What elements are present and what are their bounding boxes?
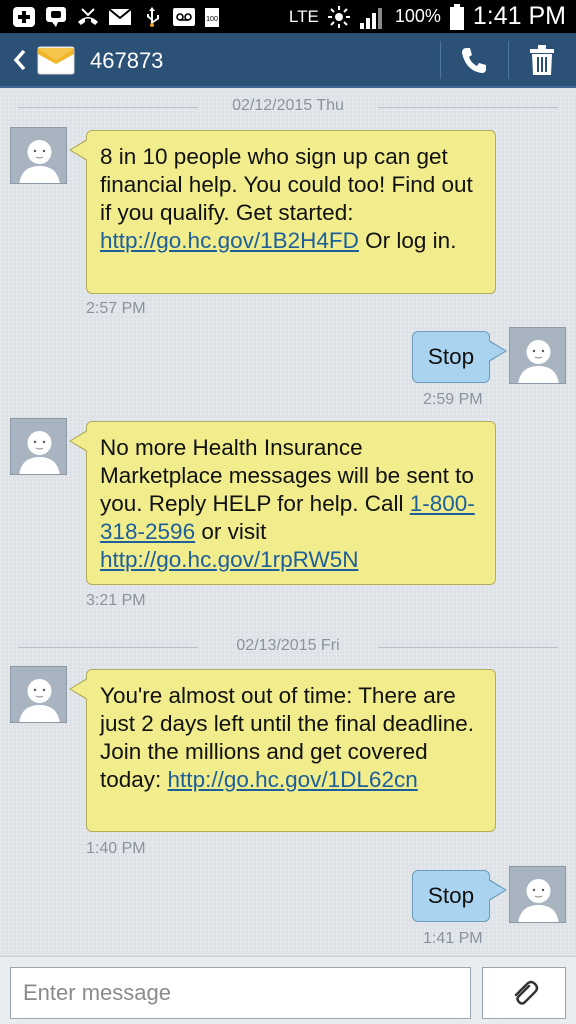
call-button[interactable]	[458, 45, 490, 77]
message-text: or visit	[195, 519, 267, 544]
outgoing-message[interactable]: Stop	[412, 331, 507, 383]
conversation-header: 467873	[0, 33, 576, 88]
add-icon	[12, 6, 36, 28]
message-composer	[0, 956, 576, 1024]
incoming-message[interactable]: You're almost out of time: There are jus…	[69, 669, 496, 832]
header-divider	[440, 41, 441, 79]
status-right: LTE 100% 1:41 PM	[289, 0, 566, 33]
date-separator: 02/12/2015 Thu	[18, 97, 558, 117]
message-text: Or log in.	[358, 228, 457, 253]
voicemail-icon	[172, 6, 196, 28]
message-timestamp: 1:41 PM	[423, 930, 483, 947]
message-text: 8 in 10 people who sign up can get finan…	[100, 144, 473, 225]
battery-percent: 100%	[394, 6, 441, 26]
my-avatar[interactable]	[509, 327, 566, 384]
date-label: 02/12/2015 Thu	[232, 97, 344, 114]
chevron-left-icon	[13, 49, 26, 71]
message-thread[interactable]: 02/12/2015 Thu 8 in 10 people who sign u…	[0, 90, 576, 956]
message-timestamp: 2:59 PM	[423, 391, 483, 408]
phone-icon	[462, 48, 486, 73]
message-text: Stop	[427, 883, 475, 908]
message-link[interactable]: http://go.hc.gov/1B2H4FD	[100, 228, 359, 253]
message-input[interactable]	[10, 967, 471, 1019]
message-timestamp: 3:21 PM	[86, 592, 146, 609]
contact-avatar[interactable]	[10, 418, 67, 475]
date-separator: 02/13/2015 Fri	[18, 637, 558, 657]
header-divider	[508, 41, 509, 79]
delete-button[interactable]	[528, 43, 556, 77]
my-avatar[interactable]	[509, 866, 566, 923]
incoming-message[interactable]: 8 in 10 people who sign up can get finan…	[69, 130, 496, 294]
back-button[interactable]	[10, 45, 30, 75]
clock: 1:41 PM	[472, 2, 566, 30]
attach-button[interactable]	[482, 967, 566, 1019]
missed-call-icon	[76, 6, 100, 28]
paperclip-icon	[514, 980, 539, 1005]
brightness-icon	[327, 5, 351, 29]
battery-small-icon: 100	[204, 6, 220, 28]
usb-icon	[140, 6, 164, 28]
incoming-message[interactable]: No more Health Insurance Marketplace mes…	[69, 421, 496, 585]
status-bar: 100 LTE 100% 1:41 PM	[0, 0, 576, 33]
network-type: LTE	[288, 6, 319, 26]
separator-line	[378, 107, 558, 108]
outgoing-message[interactable]: Stop	[412, 870, 507, 922]
mail-icon	[108, 6, 132, 28]
message-link[interactable]: http://go.hc.gov/1DL62cn	[168, 767, 418, 792]
trash-icon	[530, 45, 554, 75]
envelope-icon	[37, 42, 75, 78]
contact-avatar[interactable]	[10, 127, 67, 184]
battery-small-label: 100	[206, 16, 218, 23]
date-label: 02/13/2015 Fri	[236, 637, 340, 654]
notification-icons: 100	[12, 3, 220, 30]
contact-avatar[interactable]	[10, 666, 67, 723]
message-link[interactable]: http://go.hc.gov/1rpRW5N	[100, 547, 358, 572]
signal-icon	[359, 4, 387, 30]
chat-icon	[44, 6, 68, 28]
message-timestamp: 1:40 PM	[86, 840, 146, 857]
battery-icon	[449, 3, 465, 31]
contact-title: 467873	[90, 48, 164, 73]
message-timestamp: 2:57 PM	[86, 300, 146, 317]
separator-line	[378, 647, 558, 648]
message-text: Stop	[427, 344, 475, 369]
